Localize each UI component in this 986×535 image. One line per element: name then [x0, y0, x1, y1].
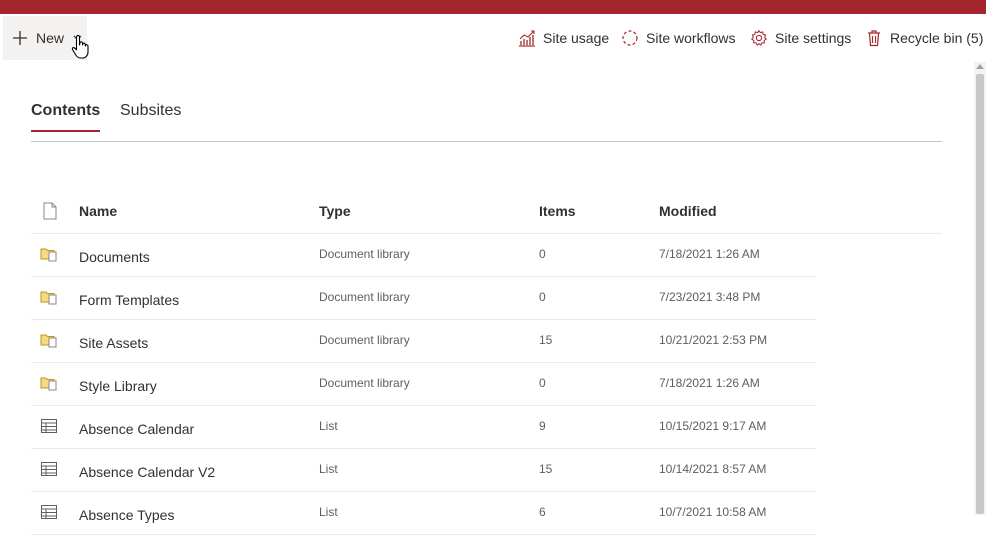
- table-row[interactable]: Site Assets Document library 15 10/21/20…: [31, 320, 816, 363]
- tab-contents[interactable]: Contents: [31, 102, 101, 132]
- row-items: 9: [539, 419, 546, 433]
- row-items: 15: [539, 333, 553, 347]
- site-workflows-icon: [622, 30, 638, 46]
- row-items: 0: [539, 247, 546, 261]
- site-workflows-button[interactable]: Site workflows: [621, 28, 735, 48]
- row-name-link[interactable]: Site Assets: [79, 335, 148, 351]
- column-header-type[interactable]: Type: [319, 203, 351, 219]
- row-modified: 10/15/2021 9:17 AM: [659, 419, 767, 433]
- site-settings-label: Site settings: [775, 30, 852, 46]
- column-header-name[interactable]: Name: [79, 203, 117, 219]
- site-workflows-label: Site workflows: [646, 30, 736, 46]
- trash-icon: [868, 30, 880, 47]
- list-icon: [41, 505, 57, 519]
- file-type-icon: [43, 202, 57, 220]
- tab-subsites[interactable]: Subsites: [120, 102, 181, 132]
- list-icon: [41, 462, 57, 476]
- table-row[interactable]: Absence Calendar List 9 10/15/2021 9:17 …: [31, 406, 816, 449]
- row-modified: 10/14/2021 8:57 AM: [659, 462, 767, 476]
- scrollbar-thumb[interactable]: [976, 74, 984, 514]
- row-items: 0: [539, 376, 546, 390]
- recycle-bin-label: Recycle bin (5): [890, 30, 984, 46]
- table-header: Name Type Items Modified: [31, 190, 942, 234]
- table-row[interactable]: Absence Types List 6 10/7/2021 10:58 AM: [31, 492, 816, 535]
- document-library-icon: [40, 248, 57, 262]
- row-modified: 7/23/2021 3:48 PM: [659, 290, 761, 304]
- row-type: Document library: [319, 290, 410, 304]
- row-name-link[interactable]: Style Library: [79, 378, 157, 394]
- table-row[interactable]: Absence Calendar V2 List 15 10/14/2021 8…: [31, 449, 816, 492]
- row-name-link[interactable]: Form Templates: [79, 292, 179, 308]
- row-name-link[interactable]: Absence Types: [79, 507, 174, 523]
- site-usage-label: Site usage: [543, 30, 610, 46]
- table-row[interactable]: Style Library Document library 0 7/18/20…: [31, 363, 816, 406]
- document-library-icon: [40, 291, 57, 305]
- row-name-link[interactable]: Absence Calendar V2: [79, 464, 215, 480]
- recycle-bin-button[interactable]: Recycle bin (5): [865, 28, 983, 48]
- document-library-icon: [40, 377, 57, 391]
- row-name-link[interactable]: Absence Calendar: [79, 421, 194, 437]
- table-row[interactable]: Form Templates Document library 0 7/23/2…: [31, 277, 816, 320]
- row-items: 0: [539, 290, 546, 304]
- row-modified: 7/18/2021 1:26 AM: [659, 376, 760, 390]
- site-settings-button[interactable]: Site settings: [750, 28, 851, 48]
- gear-icon: [751, 30, 767, 46]
- site-contents-table: Name Type Items Modified Documents Docum…: [31, 190, 942, 535]
- site-usage-button[interactable]: Site usage: [518, 28, 609, 48]
- new-button-label: New: [36, 30, 65, 46]
- row-type: List: [319, 462, 338, 476]
- row-type: Document library: [319, 376, 410, 390]
- row-modified: 10/21/2021 2:53 PM: [659, 333, 768, 347]
- row-type: List: [319, 419, 338, 433]
- column-header-items[interactable]: Items: [539, 203, 576, 219]
- column-header-modified[interactable]: Modified: [659, 203, 717, 219]
- plus-icon: [13, 31, 27, 45]
- content-tabs: Contents Subsites: [31, 94, 942, 142]
- table-row[interactable]: Documents Document library 0 7/18/2021 1…: [31, 234, 816, 277]
- row-items: 15: [539, 462, 553, 476]
- command-bar: New Site usage Site workflows Site setti…: [0, 14, 986, 62]
- list-icon: [41, 419, 57, 433]
- vertical-scrollbar[interactable]: [974, 62, 986, 515]
- site-usage-icon: [519, 30, 535, 47]
- hand-cursor-icon: [71, 34, 89, 59]
- row-type: Document library: [319, 247, 410, 261]
- row-modified: 10/7/2021 10:58 AM: [659, 505, 767, 519]
- scroll-up-arrow-icon[interactable]: [976, 64, 984, 69]
- row-type: Document library: [319, 333, 410, 347]
- row-items: 6: [539, 505, 546, 519]
- suite-bar: [0, 0, 986, 14]
- row-type: List: [319, 505, 338, 519]
- row-name-link[interactable]: Documents: [79, 249, 150, 265]
- row-modified: 7/18/2021 1:26 AM: [659, 247, 760, 261]
- document-library-icon: [40, 334, 57, 348]
